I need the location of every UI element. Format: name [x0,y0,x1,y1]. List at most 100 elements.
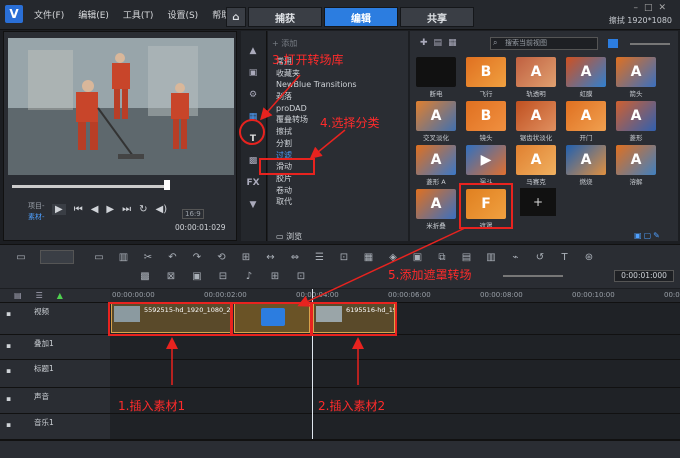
track-manager-icon[interactable]: ▤ [14,291,36,300]
next-frame-icon[interactable]: ▶ [106,204,114,215]
scroll-down-icon[interactable]: ▼ [246,194,260,216]
timeline-tool-icon[interactable]: ▣ [411,251,425,263]
scrubber-handle[interactable] [164,180,170,190]
timeline-tool-icon[interactable]: ⊟ [216,270,230,282]
transition-thumb[interactable]: A [516,101,556,131]
track-header[interactable]: ▪ 叠加1 [0,335,110,360]
marker-icon[interactable]: ▲ [57,291,77,300]
transition-thumb[interactable] [416,57,456,87]
transition-thumb[interactable]: A [616,101,656,131]
transition-thumb[interactable]: B [466,57,506,87]
transition-thumb[interactable]: A [416,145,456,175]
transition-thumb[interactable]: A [566,145,606,175]
add-transition-slot[interactable]: + [520,188,556,216]
timeline-tool-icon[interactable]: ▦ [362,251,376,263]
timeline-tool-icon[interactable]: ↷ [190,251,204,263]
timeline-tool-icon[interactable]: ▤ [460,251,474,263]
track-header[interactable]: ▪ 标题1 [0,360,110,388]
timeline-tool-icon[interactable]: ◈ [386,251,400,263]
tab-capture[interactable]: 捕获 [248,7,322,27]
track-row[interactable] [110,414,680,440]
expand-icon[interactable]: ▢ [644,231,654,240]
transition-thumb[interactable]: ▶ [466,145,506,175]
timeline-tool-icon[interactable]: ♪ [242,270,256,282]
timeline-tool-icon[interactable]: ⊞ [268,270,282,282]
timeline-tool-icon[interactable]: ⊠ [164,270,178,282]
home-tab[interactable]: ⌂ [226,7,246,27]
fx-icon[interactable]: FX [246,172,260,194]
mode-project[interactable]: 项目- [28,201,45,211]
timeline-scrollbar[interactable] [0,440,680,458]
transition-thumb[interactable]: A [516,57,556,87]
graphic-icon[interactable]: ▩ [246,150,260,172]
track-row[interactable] [110,388,680,414]
timeline-tool-icon[interactable]: ↺ [533,251,547,263]
transition-thumb[interactable]: A [416,189,456,219]
instant-project-icon[interactable]: ⚙ [246,84,260,106]
chapter-icon[interactable]: ☰ [36,291,57,300]
timeline-timecode[interactable]: 0:00:01:000 [614,270,674,282]
category-item[interactable]: proDAD [268,103,408,115]
time-ruler[interactable]: 00:00:00:00 00:00:02:00 00:00:04:00 00:00:0… [110,289,680,303]
category-item[interactable]: 卷动 [268,185,408,197]
category-item[interactable]: 剥落 [268,91,408,103]
media-icon[interactable]: ▣ [246,62,260,84]
maximize-icon[interactable]: □ [644,3,659,13]
close-icon[interactable]: ✕ [658,3,672,13]
category-item[interactable]: 收藏夹 [268,68,408,80]
transition-thumb[interactable]: A [616,57,656,87]
timeline-tool-icon[interactable]: ⊛ [582,251,596,263]
track-row[interactable] [110,360,680,388]
menu-settings[interactable]: 设置(S) [167,8,198,21]
add-button[interactable]: + 添加 [272,38,297,49]
timeline-tool-icon[interactable]: ⊡ [337,251,351,263]
transition-thumb[interactable]: A [566,57,606,87]
track-header[interactable]: ▪ 音乐1 [0,414,110,440]
timeline-tool-icon[interactable]: ⊞ [239,251,253,263]
aspect-ratio[interactable]: 16:9 [182,209,204,219]
timeline-tool-icon[interactable]: ✂ [141,251,155,263]
timeline-tool-icon[interactable]: T [558,251,572,263]
prev-frame-icon[interactable]: ◀ [91,204,99,215]
volume-icon[interactable]: ◀) [156,204,168,215]
transition-thumb[interactable]: A [516,145,556,175]
scroll-up-icon[interactable]: ▲ [246,40,260,62]
player-timecode[interactable]: 00:00:01:029 [175,223,226,232]
menu-tools[interactable]: 工具(T) [123,8,154,21]
transition-thumb[interactable]: A [416,101,456,131]
category-item[interactable]: 分割 [268,138,408,150]
category-item[interactable]: 取代 [268,196,408,208]
browse-button[interactable]: ▭ 浏览 [276,231,302,242]
storyboard-view-icon[interactable]: ▭ [14,251,28,263]
timeline-tool-icon[interactable]: ↔ [264,251,278,263]
tab-edit[interactable]: 编辑 [324,7,398,27]
zoom-slider[interactable] [503,275,563,277]
option-icon[interactable]: ▣ [634,231,644,240]
timeline-tool-icon[interactable]: ☰ [313,251,327,263]
menu-edit[interactable]: 编辑(E) [78,8,109,21]
track-header[interactable]: ▪ 声音 [0,388,110,414]
track-header[interactable]: ▪ 视频 [0,303,110,335]
timeline-tool-icon[interactable]: ↶ [166,251,180,263]
transition-thumb[interactable]: A [616,145,656,175]
end-icon[interactable]: ⏭ [122,204,131,215]
scrubber-bar[interactable] [12,185,170,188]
category-item[interactable]: NewBlue Transitions [268,79,408,91]
minimize-icon[interactable]: – [633,3,644,13]
timeline-tool-icon[interactable]: ▭ [92,251,106,263]
edit-icon[interactable]: ✎ [653,231,662,240]
menu-file[interactable]: 文件(F) [34,8,64,21]
mode-clip[interactable]: 素材- [28,212,45,222]
timeline-tool-icon[interactable]: ⟲ [215,251,229,263]
timeline-tool-icon[interactable]: ⧉ [435,251,449,263]
transition-thumb[interactable]: B [466,101,506,131]
timeline-tool-icon[interactable]: ▥ [117,251,131,263]
timeline-tool-icon[interactable]: ▥ [484,251,498,263]
play-icon[interactable]: ▶ [52,204,66,215]
timeline-tool-icon[interactable]: ▣ [190,270,204,282]
timeline-tool-icon[interactable]: ▩ [138,270,152,282]
track-row[interactable] [110,335,680,360]
timeline-tool-icon[interactable]: ⊡ [294,270,308,282]
timeline-tool-icon[interactable]: ⇔ [288,251,302,263]
timeline-tool-icon[interactable]: ⌁ [509,251,523,263]
